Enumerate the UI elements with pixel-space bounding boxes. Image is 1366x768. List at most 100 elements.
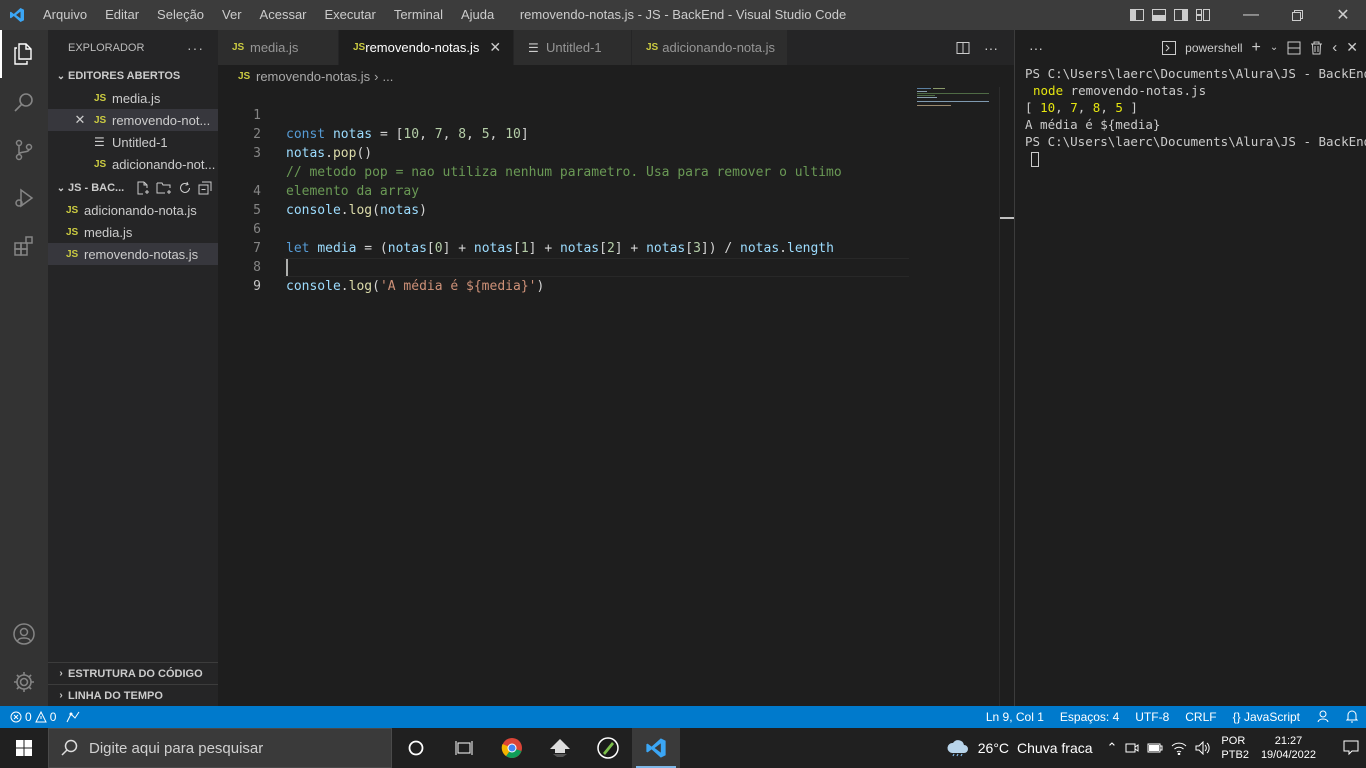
- problems-indicator[interactable]: 0 0: [10, 710, 56, 724]
- tab-untitled-1[interactable]: ☰ Untitled-1: [514, 30, 632, 65]
- language-mode[interactable]: {} JavaScript: [1225, 710, 1308, 724]
- tab-removendo-notas-js[interactable]: JS removendo-notas.js ✕: [339, 30, 514, 65]
- error-icon: [10, 711, 22, 723]
- clock[interactable]: 21:27 19/04/2022: [1261, 734, 1316, 762]
- more-actions-icon[interactable]: ···: [1029, 40, 1043, 56]
- taskbar-search-input[interactable]: Digite aqui para pesquisar: [48, 728, 392, 768]
- toggle-sidebar-icon[interactable]: [1126, 0, 1148, 30]
- folder-section[interactable]: ⌄ JS - BAC...: [48, 177, 218, 199]
- search-icon[interactable]: [0, 78, 48, 126]
- file-item[interactable]: JS removendo-notas.js: [48, 243, 218, 265]
- js-file-icon: JS: [66, 226, 79, 238]
- code-text: let media = (notas[0] + notas[1] + notas…: [286, 241, 834, 256]
- vertical-scrollbar[interactable]: [999, 87, 1014, 706]
- toggle-panel-icon[interactable]: [1148, 0, 1170, 30]
- encoding[interactable]: UTF-8: [1127, 710, 1177, 724]
- extensions-icon[interactable]: [0, 222, 48, 270]
- vscode-taskbar-icon[interactable]: [632, 728, 680, 768]
- terminal-output[interactable]: PS C:\Users\laerc\Documents\Alura\JS - B…: [1015, 65, 1366, 167]
- wifi-icon[interactable]: [1171, 742, 1187, 755]
- menu-arquivo[interactable]: Arquivo: [34, 0, 96, 30]
- line-number: 9: [253, 279, 261, 294]
- weather-widget[interactable]: 26°C Chuva fraca: [946, 739, 1093, 757]
- more-actions-icon[interactable]: ···: [187, 40, 204, 56]
- close-editor-icon[interactable]: ✕: [72, 112, 88, 128]
- terminal-number: 8: [1092, 100, 1101, 115]
- explorer-title: EXPLORADOR: [68, 41, 145, 54]
- explorer-icon[interactable]: [0, 30, 48, 78]
- collapse-all-icon[interactable]: [198, 181, 212, 195]
- minimap[interactable]: [915, 87, 999, 117]
- menu-editar[interactable]: Editar: [96, 0, 148, 30]
- split-editor-icon[interactable]: [956, 41, 970, 55]
- trash-icon[interactable]: [1310, 41, 1323, 55]
- menu-selecao[interactable]: Seleção: [148, 0, 213, 30]
- menu-executar[interactable]: Executar: [316, 0, 385, 30]
- manage-gear-icon[interactable]: [0, 658, 48, 706]
- chevron-down-icon: ⌄: [56, 182, 66, 194]
- new-terminal-icon[interactable]: +: [1252, 39, 1261, 57]
- task-view-icon[interactable]: [440, 728, 488, 768]
- chevron-right-icon: ›: [59, 690, 63, 701]
- more-actions-icon[interactable]: ···: [984, 40, 998, 56]
- customize-layout-icon[interactable]: [1192, 0, 1214, 30]
- code-text: notas.pop(): [286, 146, 373, 161]
- notifications-bell-icon[interactable]: [1338, 709, 1366, 726]
- run-debug-icon[interactable]: [0, 174, 48, 222]
- cursor-position[interactable]: Ln 9, Col 1: [978, 710, 1052, 724]
- new-file-icon[interactable]: [136, 181, 150, 195]
- pen-app-icon[interactable]: [584, 728, 632, 768]
- terminal-number: 7: [1070, 100, 1078, 115]
- file-item[interactable]: JS media.js: [48, 221, 218, 243]
- cortana-icon[interactable]: [392, 728, 440, 768]
- chevron-down-icon[interactable]: ⌄: [1270, 42, 1278, 53]
- tab-media-js[interactable]: JS media.js: [218, 30, 339, 65]
- split-terminal-icon[interactable]: [1287, 41, 1301, 55]
- volume-icon[interactable]: [1195, 741, 1211, 755]
- close-window-button[interactable]: ✕: [1320, 0, 1366, 30]
- menu-ver[interactable]: Ver: [213, 0, 251, 30]
- menu-terminal[interactable]: Terminal: [385, 0, 452, 30]
- terminal-shell-name[interactable]: powershell: [1185, 41, 1242, 55]
- chevron-up-icon[interactable]: ⌃: [1107, 740, 1118, 756]
- open-editors-section[interactable]: ⌄ EDITORES ABERTOS: [48, 65, 218, 87]
- tab-adicionando-nota-js[interactable]: JS adicionando-nota.js: [632, 30, 788, 65]
- toggle-secondary-sidebar-icon[interactable]: [1170, 0, 1192, 30]
- restore-button[interactable]: [1274, 0, 1320, 30]
- file-item[interactable]: JS adicionando-nota.js: [48, 199, 218, 221]
- close-tab-icon[interactable]: ✕: [489, 39, 501, 56]
- windows-start-icon[interactable]: [0, 728, 48, 768]
- menu-ajuda[interactable]: Ajuda: [452, 0, 503, 30]
- chrome-icon[interactable]: [488, 728, 536, 768]
- close-panel-icon[interactable]: ✕: [1346, 39, 1358, 56]
- indentation[interactable]: Espaços: 4: [1052, 710, 1127, 724]
- menu-acessar[interactable]: Acessar: [251, 0, 316, 30]
- outline-title: ESTRUTURA DO CÓDIGO: [68, 667, 203, 680]
- end-of-line[interactable]: CRLF: [1177, 710, 1224, 724]
- open-editor-item[interactable]: ☰ Untitled-1: [48, 131, 218, 153]
- live-share-icon[interactable]: [66, 711, 80, 723]
- vscode-logo-icon[interactable]: [0, 0, 34, 30]
- code-text: // metodo pop = nao utiliza nenhum param…: [286, 165, 842, 180]
- new-folder-icon[interactable]: [156, 181, 172, 195]
- feedback-icon[interactable]: [1308, 709, 1338, 726]
- open-editors-title: EDITORES ABERTOS: [68, 70, 181, 82]
- accounts-icon[interactable]: [0, 610, 48, 658]
- open-editor-item[interactable]: JS media.js: [48, 87, 218, 109]
- inkscape-icon[interactable]: [536, 728, 584, 768]
- open-editor-item[interactable]: ✕ JS removendo-not...: [48, 109, 218, 131]
- timeline-section[interactable]: › LINHA DO TEMPO: [48, 684, 218, 706]
- breadcrumb-file[interactable]: removendo-notas.js: [256, 69, 370, 84]
- input-language[interactable]: POR PTB2: [1221, 734, 1249, 762]
- action-center-icon[interactable]: [1336, 740, 1366, 756]
- refresh-icon[interactable]: [178, 181, 192, 195]
- outline-section[interactable]: › ESTRUTURA DO CÓDIGO: [48, 662, 218, 684]
- meet-now-icon[interactable]: [1125, 741, 1139, 755]
- minimize-button[interactable]: —: [1228, 0, 1274, 30]
- open-editor-item[interactable]: JS adicionando-not...: [48, 153, 218, 175]
- battery-icon[interactable]: [1147, 742, 1163, 754]
- source-control-icon[interactable]: [0, 126, 48, 174]
- code-editor[interactable]: 1 const notas = [10, 7, 8, 5, 10] 2 nota…: [218, 87, 1014, 706]
- chevron-left-icon[interactable]: ‹: [1332, 39, 1337, 56]
- breadcrumb-symbol[interactable]: ...: [383, 69, 394, 84]
